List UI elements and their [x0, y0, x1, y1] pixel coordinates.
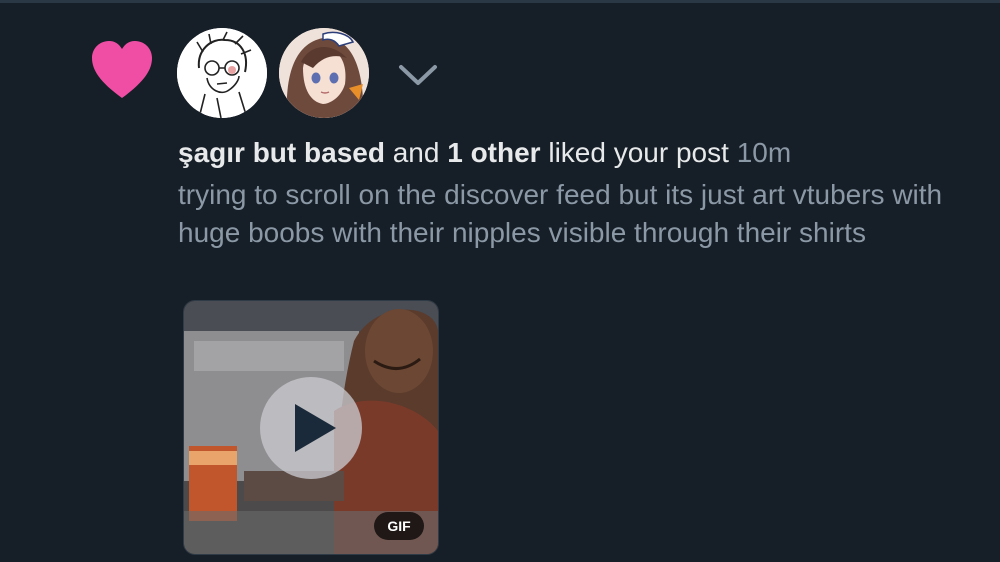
gif-media[interactable]: GIF — [183, 300, 439, 555]
connector-text: and — [392, 137, 440, 168]
play-icon — [295, 404, 336, 452]
others-link[interactable]: 1 other — [447, 137, 540, 168]
action-text: liked your post — [548, 137, 729, 168]
gif-badge: GIF — [374, 512, 424, 540]
sketch-avatar-image — [177, 28, 267, 118]
chevron-down-icon[interactable] — [397, 60, 439, 90]
post-text[interactable]: trying to scroll on the discover feed bu… — [178, 176, 958, 252]
anime-avatar-image — [279, 28, 369, 118]
actor-name-link[interactable]: şagır but based — [178, 137, 385, 168]
heart-icon — [92, 41, 152, 98]
like-notification[interactable]: şagır but based and 1 other liked your p… — [0, 0, 1000, 562]
timestamp: 10m — [736, 137, 792, 168]
avatar-actor[interactable] — [177, 28, 267, 118]
avatar-other[interactable] — [279, 28, 369, 118]
notification-summary: şagır but based and 1 other liked your p… — [178, 136, 978, 170]
play-button[interactable] — [260, 377, 362, 479]
